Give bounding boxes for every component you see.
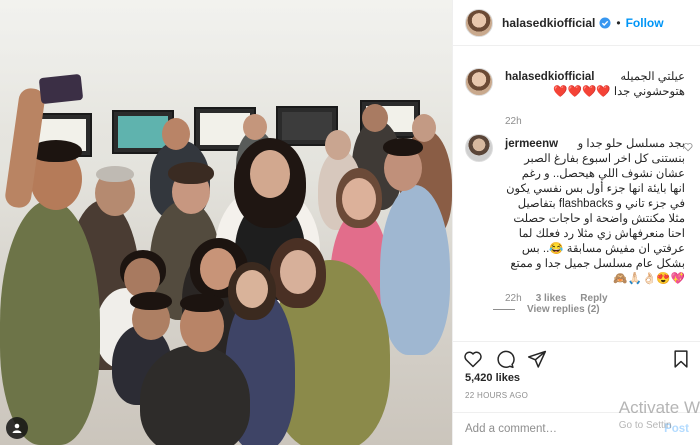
person-head	[250, 150, 290, 198]
verified-badge-icon	[599, 17, 611, 28]
person-figure	[140, 345, 250, 445]
person-head	[162, 118, 190, 150]
comment-line: احنا منعرفهاش زي مثلا رد فعلك لما	[518, 228, 685, 240]
caption-time[interactable]: 22h	[505, 116, 522, 127]
like-comment-icon[interactable]	[683, 142, 693, 152]
comment-line: مثلا مكنتش واضحة او حاجات حصلت	[513, 213, 685, 225]
person-figure	[0, 200, 100, 445]
separator-dot: •	[616, 15, 621, 30]
likes-count[interactable]: 5,420 likes	[465, 372, 520, 384]
bookmark-icon[interactable]	[671, 349, 691, 369]
post-photo[interactable]	[0, 0, 452, 445]
comments-list[interactable]: halasedkiofficial عيلتي الجميله هتوحشوني…	[453, 46, 700, 341]
view-replies-button[interactable]: View replies (2)	[493, 304, 600, 315]
comment-line: عرفتي ان مفيش مسابقة 😂.. بس	[521, 243, 685, 255]
follow-button[interactable]: Follow	[626, 16, 664, 30]
person-hair	[180, 294, 224, 312]
comment-line: عشان نشوف اللي هيحصل.. و رغم	[521, 168, 685, 180]
comment-likes[interactable]: 3 likes	[536, 293, 567, 304]
comment-time[interactable]: 22h	[505, 293, 522, 304]
person-hair	[96, 166, 134, 182]
caption-text: هتوحشوني جدا ❤️❤️❤️❤️	[553, 86, 685, 98]
person-head	[236, 270, 268, 308]
watermark-subtitle: Go to Settin	[618, 420, 672, 431]
comment-icon[interactable]	[495, 349, 515, 369]
tagged-people-icon[interactable]	[6, 417, 28, 439]
caption: halasedkiofficial عيلتي الجميله هتوحشوني…	[465, 68, 693, 128]
heart-icon[interactable]	[463, 349, 483, 369]
comment-username[interactable]: jermeenw	[505, 138, 558, 150]
person-head	[342, 178, 376, 220]
post-detail-panel: halasedkiofficial • Follow halasedkioffi…	[452, 0, 700, 445]
caption-text: عيلتي الجميله	[620, 71, 685, 83]
view-replies-label: View replies (2)	[527, 304, 600, 315]
activate-windows-watermark: Activate W Go to Settin	[619, 398, 700, 431]
post-header: halasedkiofficial • Follow	[453, 0, 700, 46]
avatar[interactable]	[465, 68, 493, 96]
replies-divider	[493, 309, 515, 310]
avatar[interactable]	[465, 8, 493, 37]
post-timestamp[interactable]: 22 HOURS AGO	[465, 391, 528, 400]
comment-line: بنستنى كل اخر اسبوع بفارغ الصبر	[524, 153, 685, 165]
comment-line: في جزء تاني و flashbacks بتفاصيل	[517, 198, 685, 210]
comment-line: 💖😍👌🏻🙏🏻🙈	[613, 273, 685, 285]
person-hair	[383, 138, 423, 156]
comment-line: بشكل عام مسلسل جميل جدا و ممتع	[510, 258, 685, 270]
person-hair	[130, 292, 172, 310]
person-head	[243, 114, 267, 140]
phone-in-hand	[38, 73, 84, 105]
comment-line: انها بايئة انها جزء أول بس نفسي يكون	[506, 183, 685, 195]
reply-button[interactable]: Reply	[580, 293, 607, 304]
username-link[interactable]: halasedkiofficial	[502, 16, 595, 30]
watermark-title: Activate W	[618, 398, 700, 417]
avatar[interactable]	[465, 134, 493, 162]
person-head	[325, 130, 351, 160]
share-icon[interactable]	[527, 349, 547, 369]
person-head	[362, 104, 388, 132]
person-figure	[380, 185, 450, 355]
person-hair	[168, 162, 214, 184]
caption-username[interactable]: halasedkiofficial	[505, 70, 594, 85]
person-head	[412, 114, 436, 142]
person-head	[280, 250, 316, 294]
action-bar	[453, 341, 700, 375]
